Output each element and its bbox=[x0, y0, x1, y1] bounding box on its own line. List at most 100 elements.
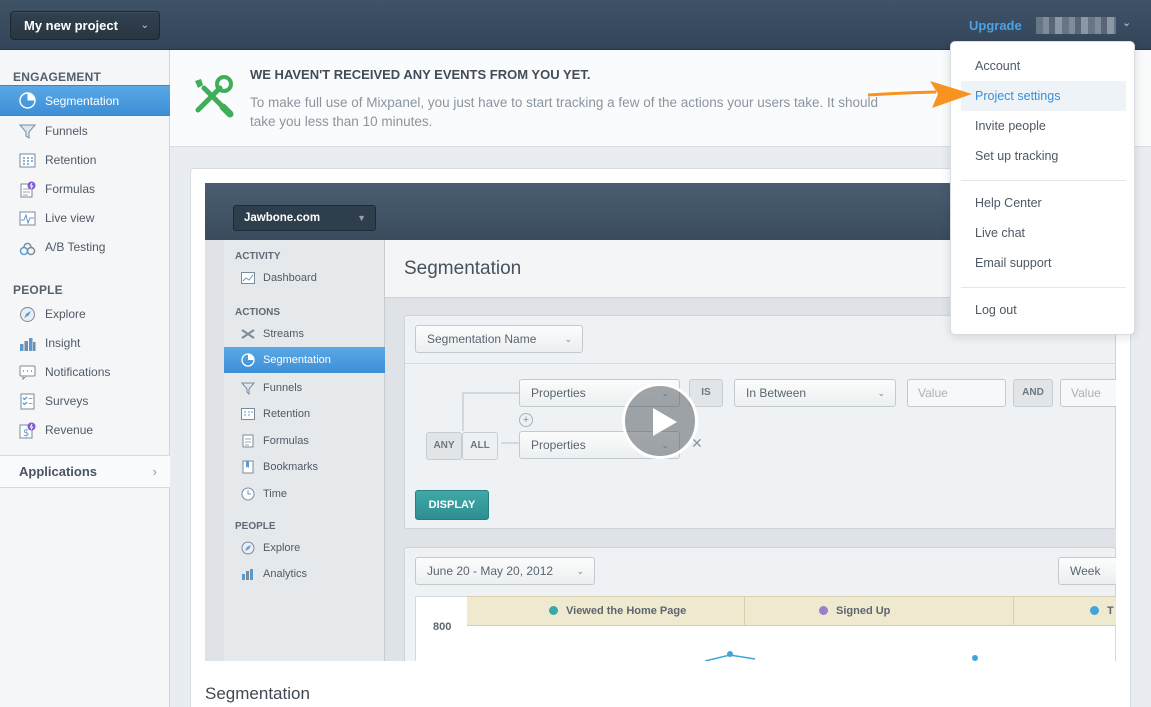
video-chart-line bbox=[705, 651, 978, 661]
menu-item-account[interactable]: Account bbox=[961, 51, 1126, 81]
sidebar-item-revenue[interactable]: $ Revenue bbox=[0, 416, 170, 445]
sidebar-item-label: Insight bbox=[45, 336, 81, 350]
video-item-label: Explore bbox=[263, 542, 301, 554]
project-selector[interactable]: My new project ⌄ bbox=[10, 11, 160, 40]
chevron-down-icon[interactable]: ⌄ bbox=[1122, 16, 1131, 29]
menu-item-set-up-tracking[interactable]: Set up tracking bbox=[961, 141, 1126, 171]
video-page-title: Segmentation bbox=[404, 258, 522, 279]
video-week-select: Week bbox=[1058, 557, 1116, 585]
menu-item-project-settings[interactable]: Project settings bbox=[961, 81, 1126, 111]
sidebar: ENGAGEMENT Segmentation Funnels Retentio… bbox=[0, 50, 170, 707]
video-item-analytics: Analytics bbox=[224, 561, 385, 587]
select-label: Segmentation Name bbox=[427, 332, 537, 346]
video-project-label: Jawbone.com bbox=[244, 212, 321, 224]
video-item-label: Analytics bbox=[263, 568, 308, 580]
sidebar-item-funnels[interactable]: Funnels bbox=[0, 117, 170, 146]
video-item-label: Time bbox=[263, 488, 288, 500]
sidebar-item-label: Formulas bbox=[45, 182, 96, 196]
compass-icon bbox=[241, 541, 255, 555]
sidebar-item-label: Segmentation bbox=[45, 94, 120, 108]
video-any-tag: ANY bbox=[426, 432, 462, 460]
sidebar-item-label: Funnels bbox=[45, 124, 88, 138]
sidebar-item-segmentation[interactable]: Segmentation bbox=[0, 85, 170, 116]
menu-item-live-chat[interactable]: Live chat bbox=[961, 218, 1126, 248]
legend-dot bbox=[1090, 606, 1099, 615]
menu-divider bbox=[961, 180, 1126, 181]
video-item-streams: Streams bbox=[224, 321, 385, 347]
video-people-heading: PEOPLE bbox=[235, 521, 276, 532]
pulse-icon bbox=[19, 211, 36, 226]
video-item-dashboard: Dashboard bbox=[224, 265, 385, 291]
legend-dot bbox=[819, 606, 828, 615]
svg-text:$: $ bbox=[23, 428, 29, 439]
menu-item-log-out[interactable]: Log out bbox=[961, 295, 1126, 325]
sidebar-item-label: Revenue bbox=[45, 423, 94, 437]
play-button[interactable] bbox=[622, 383, 698, 459]
legend-item: Viewed the Home Page bbox=[549, 597, 686, 625]
sidebar-item-surveys[interactable]: Surveys bbox=[0, 387, 170, 416]
video-segmentation-name-select: Segmentation Name ⌄ bbox=[415, 325, 583, 353]
formula-icon bbox=[242, 434, 254, 448]
streams-icon bbox=[241, 329, 255, 339]
account-dropdown-menu: Account Project settings Invite people S… bbox=[950, 41, 1135, 335]
sidebar-item-label: Explore bbox=[45, 307, 86, 321]
video-activity-heading: ACTIVITY bbox=[235, 251, 281, 262]
video-item-time: Time bbox=[224, 481, 385, 507]
add-filter-icon: + bbox=[519, 413, 533, 427]
chevron-down-icon: ⌄ bbox=[877, 388, 885, 398]
video-item-label: Bookmarks bbox=[263, 461, 319, 473]
sidebar-item-explore[interactable]: Explore bbox=[0, 300, 170, 329]
grid-icon bbox=[19, 153, 36, 168]
video-item-label: Formulas bbox=[263, 435, 309, 447]
user-name-redacted[interactable] bbox=[1036, 17, 1116, 34]
legend-divider bbox=[744, 597, 745, 625]
notice-title: WE HAVEN'T RECEIVED ANY EVENTS FROM YOU … bbox=[250, 67, 591, 82]
video-item-segmentation: Segmentation bbox=[224, 347, 385, 373]
video-item-label: Funnels bbox=[263, 382, 303, 394]
video-item-label: Streams bbox=[263, 328, 304, 340]
chevron-down-icon: ⌄ bbox=[564, 334, 572, 344]
legend-divider bbox=[1013, 597, 1014, 625]
sidebar-item-applications[interactable]: Applications › bbox=[0, 455, 170, 488]
sidebar-item-label: A/B Testing bbox=[45, 240, 106, 254]
dashboard-icon bbox=[241, 272, 255, 284]
applications-label: Applications bbox=[19, 464, 98, 479]
select-label: In Between bbox=[746, 386, 807, 400]
sidebar-item-live-view[interactable]: Live view bbox=[0, 204, 170, 233]
video-is-tag: IS bbox=[689, 379, 723, 407]
upgrade-link[interactable]: Upgrade bbox=[969, 18, 1022, 33]
menu-item-invite-people[interactable]: Invite people bbox=[961, 111, 1126, 141]
legend-label: Viewed the Home Page bbox=[566, 605, 687, 617]
sidebar-item-ab-testing[interactable]: A/B Testing bbox=[0, 233, 170, 262]
funnel-icon bbox=[19, 124, 36, 139]
legend-label: T bbox=[1107, 605, 1114, 617]
sidebar-item-label: Surveys bbox=[45, 394, 89, 408]
video-item-funnels: Funnels bbox=[224, 375, 385, 401]
chevron-right-icon: › bbox=[152, 464, 157, 479]
menu-item-email-support[interactable]: Email support bbox=[961, 248, 1126, 278]
sidebar-item-label: Live view bbox=[45, 211, 95, 225]
sidebar-item-retention[interactable]: Retention bbox=[0, 146, 170, 175]
menu-item-help-center[interactable]: Help Center bbox=[961, 188, 1126, 218]
video-actions-heading: ACTIONS bbox=[235, 307, 280, 318]
formula-icon bbox=[20, 181, 36, 198]
video-display-button: DISPLAY bbox=[415, 490, 489, 520]
people-heading: PEOPLE bbox=[13, 283, 63, 297]
tools-icon bbox=[195, 75, 234, 118]
sidebar-item-insight[interactable]: Insight bbox=[0, 329, 170, 358]
pie-chart-icon bbox=[19, 92, 36, 109]
sidebar-item-label: Retention bbox=[45, 153, 97, 167]
caret-down-icon: ▼ bbox=[357, 213, 366, 223]
bar-chart-icon bbox=[242, 569, 253, 580]
video-item-label: Segmentation bbox=[263, 354, 331, 366]
sidebar-item-formulas[interactable]: Formulas bbox=[0, 175, 170, 204]
select-label: Properties bbox=[531, 438, 586, 452]
legend-label: Signed Up bbox=[836, 605, 891, 617]
video-item-formulas: Formulas bbox=[224, 428, 385, 454]
sidebar-item-notifications[interactable]: Notifications bbox=[0, 358, 170, 387]
message-icon bbox=[19, 365, 36, 381]
compass-icon bbox=[20, 307, 35, 322]
menu-divider bbox=[961, 287, 1126, 288]
funnel-icon bbox=[241, 382, 255, 395]
legend-item: Signed Up bbox=[819, 597, 890, 625]
